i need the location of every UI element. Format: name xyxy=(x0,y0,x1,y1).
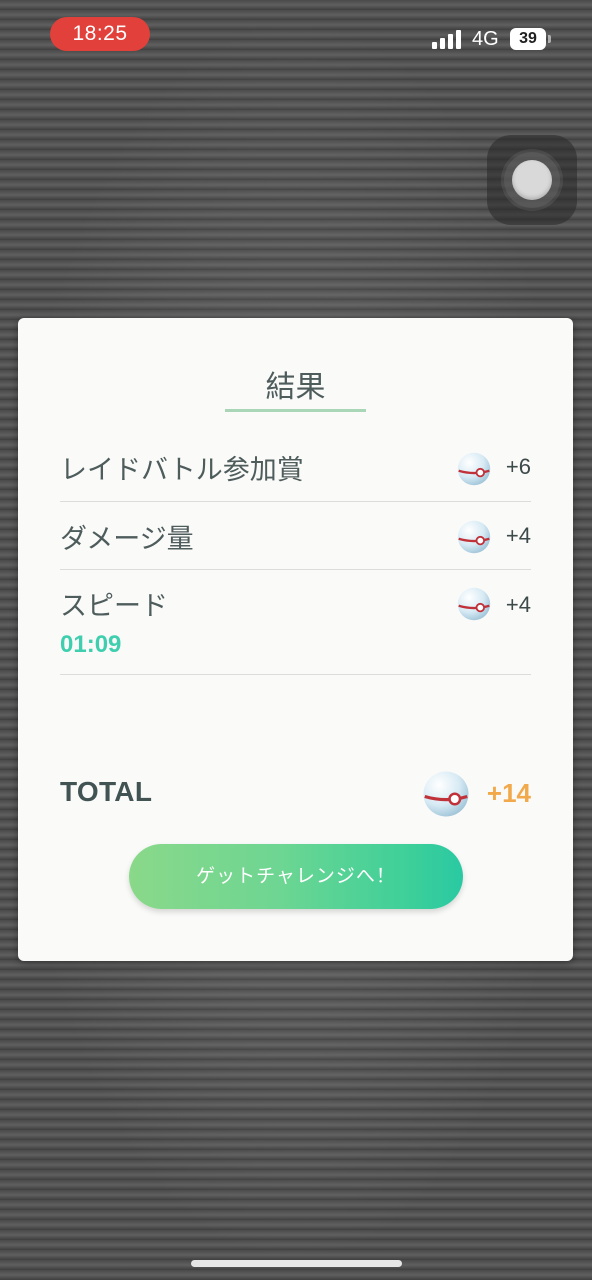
status-bar: 18:25 4G 39 xyxy=(0,0,592,70)
result-title: 結果 xyxy=(265,370,326,405)
premier-ball-icon xyxy=(457,587,491,621)
network-type: 4G xyxy=(472,28,499,50)
premier-ball-icon xyxy=(457,452,491,486)
reward-value: +4 xyxy=(505,523,531,548)
premier-ball-icon xyxy=(457,520,491,554)
total-label: TOTAL xyxy=(60,776,153,807)
row-divider xyxy=(60,569,531,570)
row-divider xyxy=(60,501,531,502)
get-challenge-button[interactable]: ゲットチャレンジへ！ xyxy=(129,844,463,909)
home-indicator[interactable] xyxy=(191,1260,402,1267)
cellular-signal-icon xyxy=(432,29,464,49)
reward-label: スピード xyxy=(60,591,168,622)
reward-value: +6 xyxy=(505,454,531,479)
total-value: +14 xyxy=(486,778,531,808)
reward-label: レイドバトル参加賞 xyxy=(60,455,304,486)
row-divider xyxy=(60,674,531,675)
speed-time: 01:09 xyxy=(60,631,122,658)
title-underline xyxy=(225,409,366,412)
result-card: 結果 レイドバトル参加賞 +6 ダメージ量 +4 スピード +4 01:09 T… xyxy=(18,318,573,961)
reward-value: +4 xyxy=(505,592,531,617)
battery-level: 39 xyxy=(519,30,537,47)
premier-ball-icon xyxy=(423,771,469,817)
reward-label: ダメージ量 xyxy=(60,524,194,555)
status-time: 18:25 xyxy=(50,17,150,51)
assistive-touch-icon[interactable] xyxy=(487,135,577,225)
battery-icon: 39 xyxy=(510,28,551,50)
